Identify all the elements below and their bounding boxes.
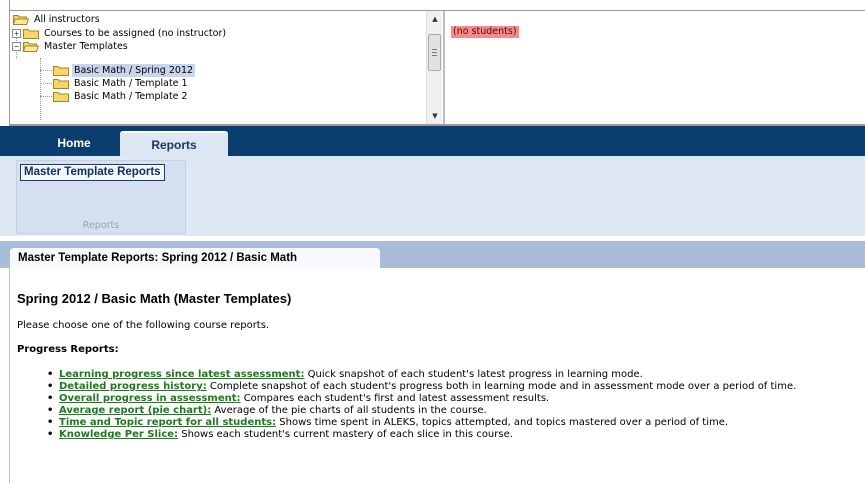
list-item: • Average report (pie chart): Average of… — [47, 405, 857, 417]
report-list: • Learning progress since latest assessm… — [47, 369, 857, 441]
bullet-icon: • — [47, 369, 54, 380]
list-item: • Time and Topic report for all students… — [47, 417, 857, 429]
main-nav-bar: Home Reports — [0, 126, 865, 156]
bullet-icon: • — [47, 429, 54, 440]
report-link-knowledge-per-slice[interactable]: Knowledge Per Slice: — [59, 429, 178, 440]
tree-connector — [40, 70, 52, 71]
list-item: • Learning progress since latest assessm… — [47, 369, 857, 381]
bullet-icon: • — [47, 381, 54, 392]
folder-icon — [53, 79, 69, 89]
list-item: • Overall progress in assessment: Compar… — [47, 393, 857, 405]
tree-item-label: Courses to be assigned (no instructor) — [44, 28, 227, 39]
report-link-learning-progress[interactable]: Learning progress since latest assessmen… — [59, 369, 304, 380]
report-description: Shows each student's current mastery of … — [178, 429, 513, 440]
bullet-icon: • — [47, 405, 54, 416]
report-content: Spring 2012 / Basic Math (Master Templat… — [10, 268, 865, 483]
bullet-icon: • — [47, 393, 54, 404]
no-students-label: (no students) — [451, 26, 519, 38]
folder-icon — [53, 92, 69, 102]
tree-item-label: Master Templates — [44, 41, 128, 52]
folder-open-icon — [13, 15, 29, 25]
report-link-overall-progress[interactable]: Overall progress in assessment: — [59, 393, 241, 404]
page-title: Spring 2012 / Basic Math (Master Templat… — [17, 291, 292, 306]
scroll-up-arrow-icon[interactable]: ▲ — [427, 11, 443, 27]
ribbon: Master Template Reports Reports — [0, 156, 865, 236]
page-header-strip: Master Template Reports: Spring 2012 / B… — [0, 241, 865, 268]
report-link-time-and-topic[interactable]: Time and Topic report for all students: — [59, 417, 276, 428]
report-description: Average of the pie charts of all student… — [211, 405, 487, 416]
tab-home[interactable]: Home — [26, 131, 122, 156]
collapse-minus-icon[interactable]: − — [12, 42, 21, 51]
tree-item-basic-math-template-2[interactable]: Basic Math / Template 2 — [53, 90, 190, 103]
bullet-icon: • — [47, 417, 54, 428]
ribbon-group-reports: Master Template Reports Reports — [16, 160, 186, 234]
report-description: Compares each student's first and latest… — [240, 393, 550, 404]
intro-text: Please choose one of the following cours… — [17, 320, 270, 331]
report-description: Complete snapshot of each student's prog… — [206, 381, 797, 392]
expand-plus-icon[interactable]: + — [12, 29, 21, 38]
tree-connector — [40, 96, 52, 97]
folder-icon — [23, 29, 39, 39]
master-template-reports-button[interactable]: Master Template Reports — [20, 164, 165, 181]
tree-item-label: Basic Math / Template 1 — [74, 78, 188, 89]
tree-item-courses-to-be-assigned[interactable]: + Courses to be assigned (no instructor) — [12, 27, 228, 40]
report-description: Shows time spent in ALEKS, topics attemp… — [276, 417, 729, 428]
tree-item-label: Basic Math / Spring 2012 — [72, 64, 196, 77]
tab-reports[interactable]: Reports — [120, 131, 228, 156]
report-link-detailed-progress-history[interactable]: Detailed progress history: — [59, 381, 207, 392]
page-header-tab: Master Template Reports: Spring 2012 / B… — [10, 248, 380, 268]
tree-item-label: Basic Math / Template 2 — [74, 91, 188, 102]
list-item: • Detailed progress history: Complete sn… — [47, 381, 857, 393]
students-panel: (no students) — [446, 11, 865, 124]
tree-connector — [40, 58, 41, 120]
top-panel: All instructors + Courses to be assigned… — [0, 0, 865, 126]
ribbon-group-label: Reports — [82, 220, 120, 231]
section-heading: Progress Reports: — [17, 344, 119, 355]
tree-item-master-templates[interactable]: − Master Templates — [12, 40, 130, 53]
tree-item-basic-math-template-1[interactable]: Basic Math / Template 1 — [53, 77, 190, 90]
list-item: • Knowledge Per Slice: Shows each studen… — [47, 429, 857, 441]
scroll-down-arrow-icon[interactable]: ▼ — [427, 108, 443, 124]
folder-icon — [53, 66, 69, 76]
tree-scrollbar[interactable]: ▲ ▼ — [426, 11, 442, 124]
tree-item-all-instructors[interactable]: All instructors — [13, 13, 102, 26]
tree-connector — [40, 83, 52, 84]
report-link-average-report[interactable]: Average report (pie chart): — [59, 405, 211, 416]
scroll-thumb[interactable] — [428, 34, 441, 71]
tree-item-basic-math-spring-2012[interactable]: Basic Math / Spring 2012 — [53, 64, 196, 77]
folder-open-icon — [23, 42, 39, 52]
instructor-tree: All instructors + Courses to be assigned… — [10, 11, 426, 124]
panel-divider[interactable] — [443, 11, 445, 124]
report-description: Quick snapshot of each student's latest … — [304, 369, 643, 380]
tree-item-label: All instructors — [34, 14, 100, 25]
